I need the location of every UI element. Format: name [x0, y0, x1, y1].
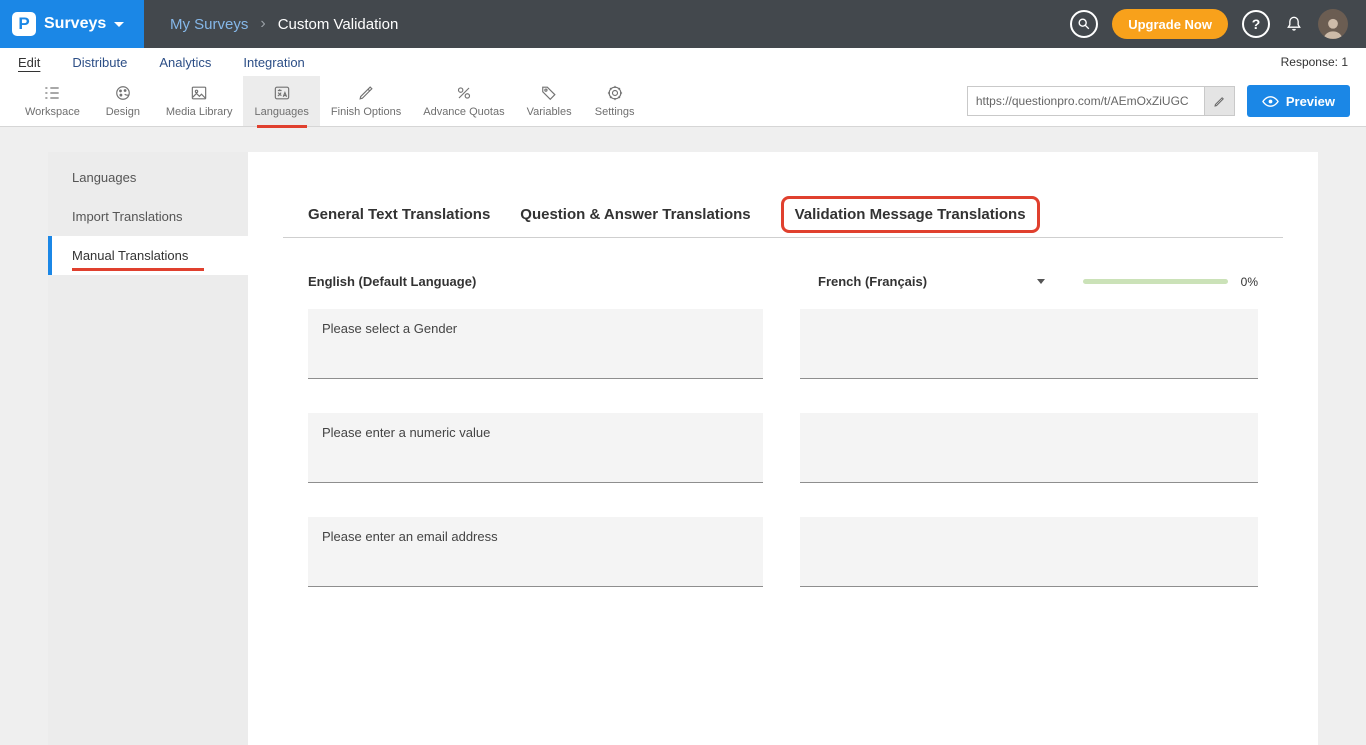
toolbar-right-controls: Preview — [967, 76, 1366, 126]
toolbar-item-advance-quotas[interactable]: Advance Quotas — [412, 76, 515, 126]
target-language-label: French (Français) — [818, 274, 927, 289]
tab-general-text-translations[interactable]: General Text Translations — [308, 206, 490, 223]
settings-icon — [604, 83, 626, 103]
survey-nav-tabs: Edit Distribute Analytics Integration Re… — [0, 48, 1366, 76]
toolbar-item-workspace[interactable]: Workspace — [14, 76, 91, 126]
media-library-icon — [188, 83, 210, 103]
questionpro-logo-icon: P — [12, 12, 36, 36]
annotation-underline — [72, 268, 204, 271]
finish-options-icon — [355, 83, 377, 103]
chevron-down-icon — [1037, 279, 1045, 284]
manual-translations-main: General Text Translations Question & Ans… — [248, 152, 1318, 745]
top-header: P Surveys My Surveys › Custom Validation… — [0, 0, 1366, 48]
sidebar-item-languages[interactable]: Languages — [48, 158, 248, 197]
chevron-down-icon — [114, 22, 124, 27]
tab-validation-message-translations[interactable]: Validation Message Translations — [781, 196, 1040, 233]
workspace-icon — [41, 83, 63, 103]
variables-icon — [538, 83, 560, 103]
toolbar-item-variables[interactable]: Variables — [516, 76, 583, 126]
response-count: Response: 1 — [1281, 55, 1348, 69]
sidebar-item-import-translations[interactable]: Import Translations — [48, 197, 248, 236]
languages-sidebar: Languages Import Translations Manual Tra… — [48, 152, 248, 745]
bell-icon — [1284, 14, 1304, 34]
notifications-button[interactable] — [1284, 14, 1304, 34]
translation-row: Please select a Gender — [308, 309, 1258, 379]
source-language-label: English (Default Language) — [308, 274, 763, 289]
translation-input-2[interactable] — [800, 517, 1258, 587]
translation-input-1[interactable] — [800, 413, 1258, 483]
survey-url-box — [967, 86, 1235, 116]
target-language-select[interactable]: French (Français) — [800, 274, 1045, 289]
tab-edit[interactable]: Edit — [18, 55, 40, 70]
edit-toolbar: Workspace Design Media Library Languages… — [0, 76, 1366, 127]
pencil-icon — [1213, 95, 1226, 108]
question-mark-icon: ? — [1252, 16, 1261, 32]
header-actions: Upgrade Now ? — [1070, 9, 1366, 39]
toolbar-item-languages[interactable]: Languages — [243, 76, 319, 126]
breadcrumb-current: Custom Validation — [278, 16, 399, 33]
translation-progress-percent: 0% — [1241, 275, 1258, 289]
toolbar-item-design[interactable]: Design — [91, 76, 155, 126]
design-icon — [112, 83, 134, 103]
toolbar-item-media-library[interactable]: Media Library — [155, 76, 244, 126]
translation-row: Please enter an email address — [308, 517, 1258, 587]
translation-row: Please enter a numeric value — [308, 413, 1258, 483]
toolbar-item-settings[interactable]: Settings — [583, 76, 647, 126]
search-icon — [1077, 17, 1091, 31]
annotation-underline — [257, 125, 307, 128]
source-text-2: Please enter an email address — [308, 517, 763, 587]
surveys-app-menu[interactable]: P Surveys — [0, 0, 144, 48]
eye-icon — [1262, 95, 1279, 108]
tab-distribute[interactable]: Distribute — [72, 55, 127, 70]
help-button[interactable]: ? — [1242, 10, 1270, 38]
person-icon — [1320, 15, 1346, 39]
languages-panel: Languages Import Translations Manual Tra… — [48, 152, 1318, 745]
tab-question-answer-translations[interactable]: Question & Answer Translations — [520, 206, 750, 223]
breadcrumb: My Surveys › Custom Validation — [170, 15, 398, 33]
tabs-divider — [283, 237, 1283, 238]
sidebar-item-manual-translations[interactable]: Manual Translations — [48, 236, 248, 275]
search-button[interactable] — [1070, 10, 1098, 38]
advance-quotas-icon — [453, 83, 475, 103]
translation-input-0[interactable] — [800, 309, 1258, 379]
product-name: Surveys — [44, 15, 106, 33]
source-text-1: Please enter a numeric value — [308, 413, 763, 483]
tab-analytics[interactable]: Analytics — [159, 55, 211, 70]
preview-button[interactable]: Preview — [1247, 85, 1350, 117]
toolbar-item-finish-options[interactable]: Finish Options — [320, 76, 412, 126]
languages-icon — [271, 83, 293, 103]
breadcrumb-my-surveys[interactable]: My Surveys — [170, 16, 248, 33]
translation-tabs: General Text Translations Question & Ans… — [308, 196, 1258, 233]
language-header-row: English (Default Language) French (Franç… — [308, 274, 1258, 289]
source-text-0: Please select a Gender — [308, 309, 763, 379]
app-root: P Surveys My Surveys › Custom Validation… — [0, 0, 1366, 745]
edit-url-button[interactable] — [1204, 87, 1234, 115]
tab-integration[interactable]: Integration — [243, 55, 304, 70]
upgrade-now-button[interactable]: Upgrade Now — [1112, 9, 1228, 39]
content-area: Languages Import Translations Manual Tra… — [0, 127, 1366, 745]
translation-progress-bar — [1083, 279, 1228, 284]
survey-url-input[interactable] — [968, 87, 1204, 115]
avatar[interactable] — [1318, 9, 1348, 39]
target-language-cell: French (Français) 0% — [800, 274, 1258, 289]
breadcrumb-separator: › — [260, 15, 265, 33]
